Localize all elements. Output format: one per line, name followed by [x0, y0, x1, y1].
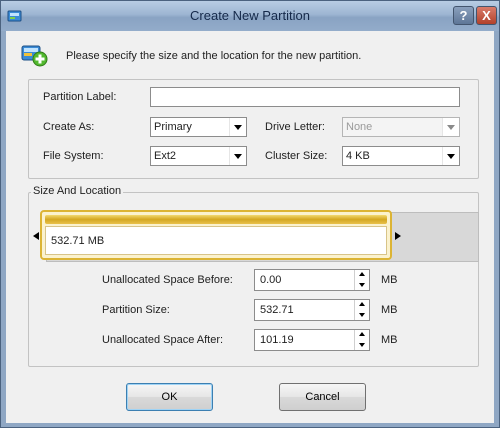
- spin-up-icon[interactable]: [355, 270, 369, 280]
- file-system-value: Ext2: [154, 150, 177, 162]
- unallocated-after-stepper[interactable]: 101.19: [254, 329, 370, 351]
- partition-size-value[interactable]: 532.71: [260, 304, 294, 316]
- chevron-down-icon[interactable]: [229, 118, 246, 136]
- instruction-text: Please specify the size and the location…: [66, 50, 362, 62]
- spin-down-icon[interactable]: [355, 280, 369, 290]
- ok-button[interactable]: OK: [126, 383, 213, 411]
- create-partition-dialog: Create New Partition ? X Please specify …: [0, 0, 500, 428]
- create-as-select[interactable]: Primary: [150, 117, 247, 137]
- unallocated-before-value[interactable]: 0.00: [260, 274, 281, 286]
- left-resize-handle-icon[interactable]: [33, 232, 39, 240]
- help-button[interactable]: ?: [453, 6, 474, 25]
- unallocated-before-label: Unallocated Space Before:: [102, 274, 233, 286]
- drive-letter-value: None: [346, 121, 373, 133]
- cancel-button[interactable]: Cancel: [279, 383, 366, 411]
- title-bar[interactable]: Create New Partition ? X: [1, 1, 499, 31]
- partition-size-text: 532.71 MB: [51, 235, 105, 247]
- spin-up-icon[interactable]: [355, 330, 369, 340]
- unallocated-after-label: Unallocated Space After:: [102, 334, 224, 346]
- close-button[interactable]: X: [476, 6, 497, 25]
- chevron-down-icon[interactable]: [442, 118, 459, 136]
- file-system-label: File System:: [43, 150, 104, 162]
- window-title: Create New Partition: [190, 8, 310, 23]
- size-and-location-legend: Size And Location: [31, 185, 124, 197]
- drive-letter-label: Drive Letter:: [265, 121, 325, 133]
- add-partition-icon: [21, 45, 48, 67]
- partition-size-stepper[interactable]: 532.71: [254, 299, 370, 321]
- cluster-size-select[interactable]: 4 KB: [342, 146, 460, 166]
- size-and-location-group: Size And Location 532.71 MB Unallocated …: [28, 185, 479, 367]
- cluster-size-label: Cluster Size:: [265, 150, 328, 162]
- partition-label-label: Partition Label:: [43, 91, 117, 103]
- unallocated-before-unit: MB: [381, 274, 398, 286]
- right-resize-handle-icon[interactable]: [395, 232, 401, 240]
- partition-size-label: Partition Size:: [102, 304, 170, 316]
- file-system-select[interactable]: Ext2: [150, 146, 247, 166]
- cluster-size-value: 4 KB: [346, 150, 370, 162]
- dialog-body: Please specify the size and the location…: [6, 31, 494, 423]
- unallocated-after-spin-buttons: [354, 330, 369, 350]
- spin-down-icon[interactable]: [355, 310, 369, 320]
- chevron-down-icon[interactable]: [442, 147, 459, 165]
- partition-size-unit: MB: [381, 304, 398, 316]
- partition-properties-group: Partition Label: Create As: Primary Driv…: [28, 79, 479, 179]
- create-as-value: Primary: [154, 121, 192, 133]
- unallocated-after-unit: MB: [381, 334, 398, 346]
- partition-usage-bar: [45, 215, 387, 224]
- drive-letter-select[interactable]: None: [342, 117, 460, 137]
- partition-label-input[interactable]: [150, 87, 460, 107]
- partition-size-spin-buttons: [354, 300, 369, 320]
- chevron-down-icon[interactable]: [229, 147, 246, 165]
- partition-resize-block[interactable]: 532.71 MB: [40, 210, 392, 260]
- spin-up-icon[interactable]: [355, 300, 369, 310]
- unallocated-before-stepper[interactable]: 0.00: [254, 269, 370, 291]
- partition-block-body: 532.71 MB: [45, 226, 387, 255]
- unallocated-after-value[interactable]: 101.19: [260, 334, 294, 346]
- create-as-label: Create As:: [43, 121, 95, 133]
- unallocated-before-spin-buttons: [354, 270, 369, 290]
- spin-down-icon[interactable]: [355, 340, 369, 350]
